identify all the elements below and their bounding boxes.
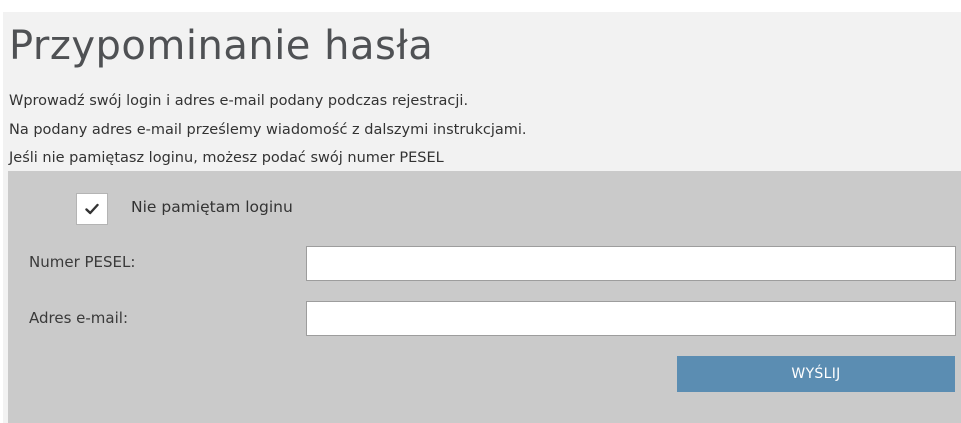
email-label: Adres e-mail: (29, 309, 129, 327)
pesel-input[interactable] (306, 246, 956, 281)
email-input[interactable] (306, 301, 956, 336)
forgot-login-checkbox[interactable] (76, 193, 108, 225)
intro-line-instructions: Na podany adres e-mail prześlemy wiadomo… (9, 122, 527, 138)
intro-line-pesel: Jeśli nie pamiętasz loginu, możesz podać… (9, 150, 444, 166)
send-button[interactable]: WYŚLIJ (677, 356, 955, 392)
intro-line-login-email: Wprowadź swój login i adres e-mail podan… (9, 93, 469, 109)
checkmark-icon (85, 203, 99, 215)
forgot-login-label[interactable]: Nie pamiętam loginu (131, 196, 293, 218)
pesel-label: Numer PESEL: (29, 253, 136, 271)
page-title: Przypominanie hasła (9, 23, 434, 69)
